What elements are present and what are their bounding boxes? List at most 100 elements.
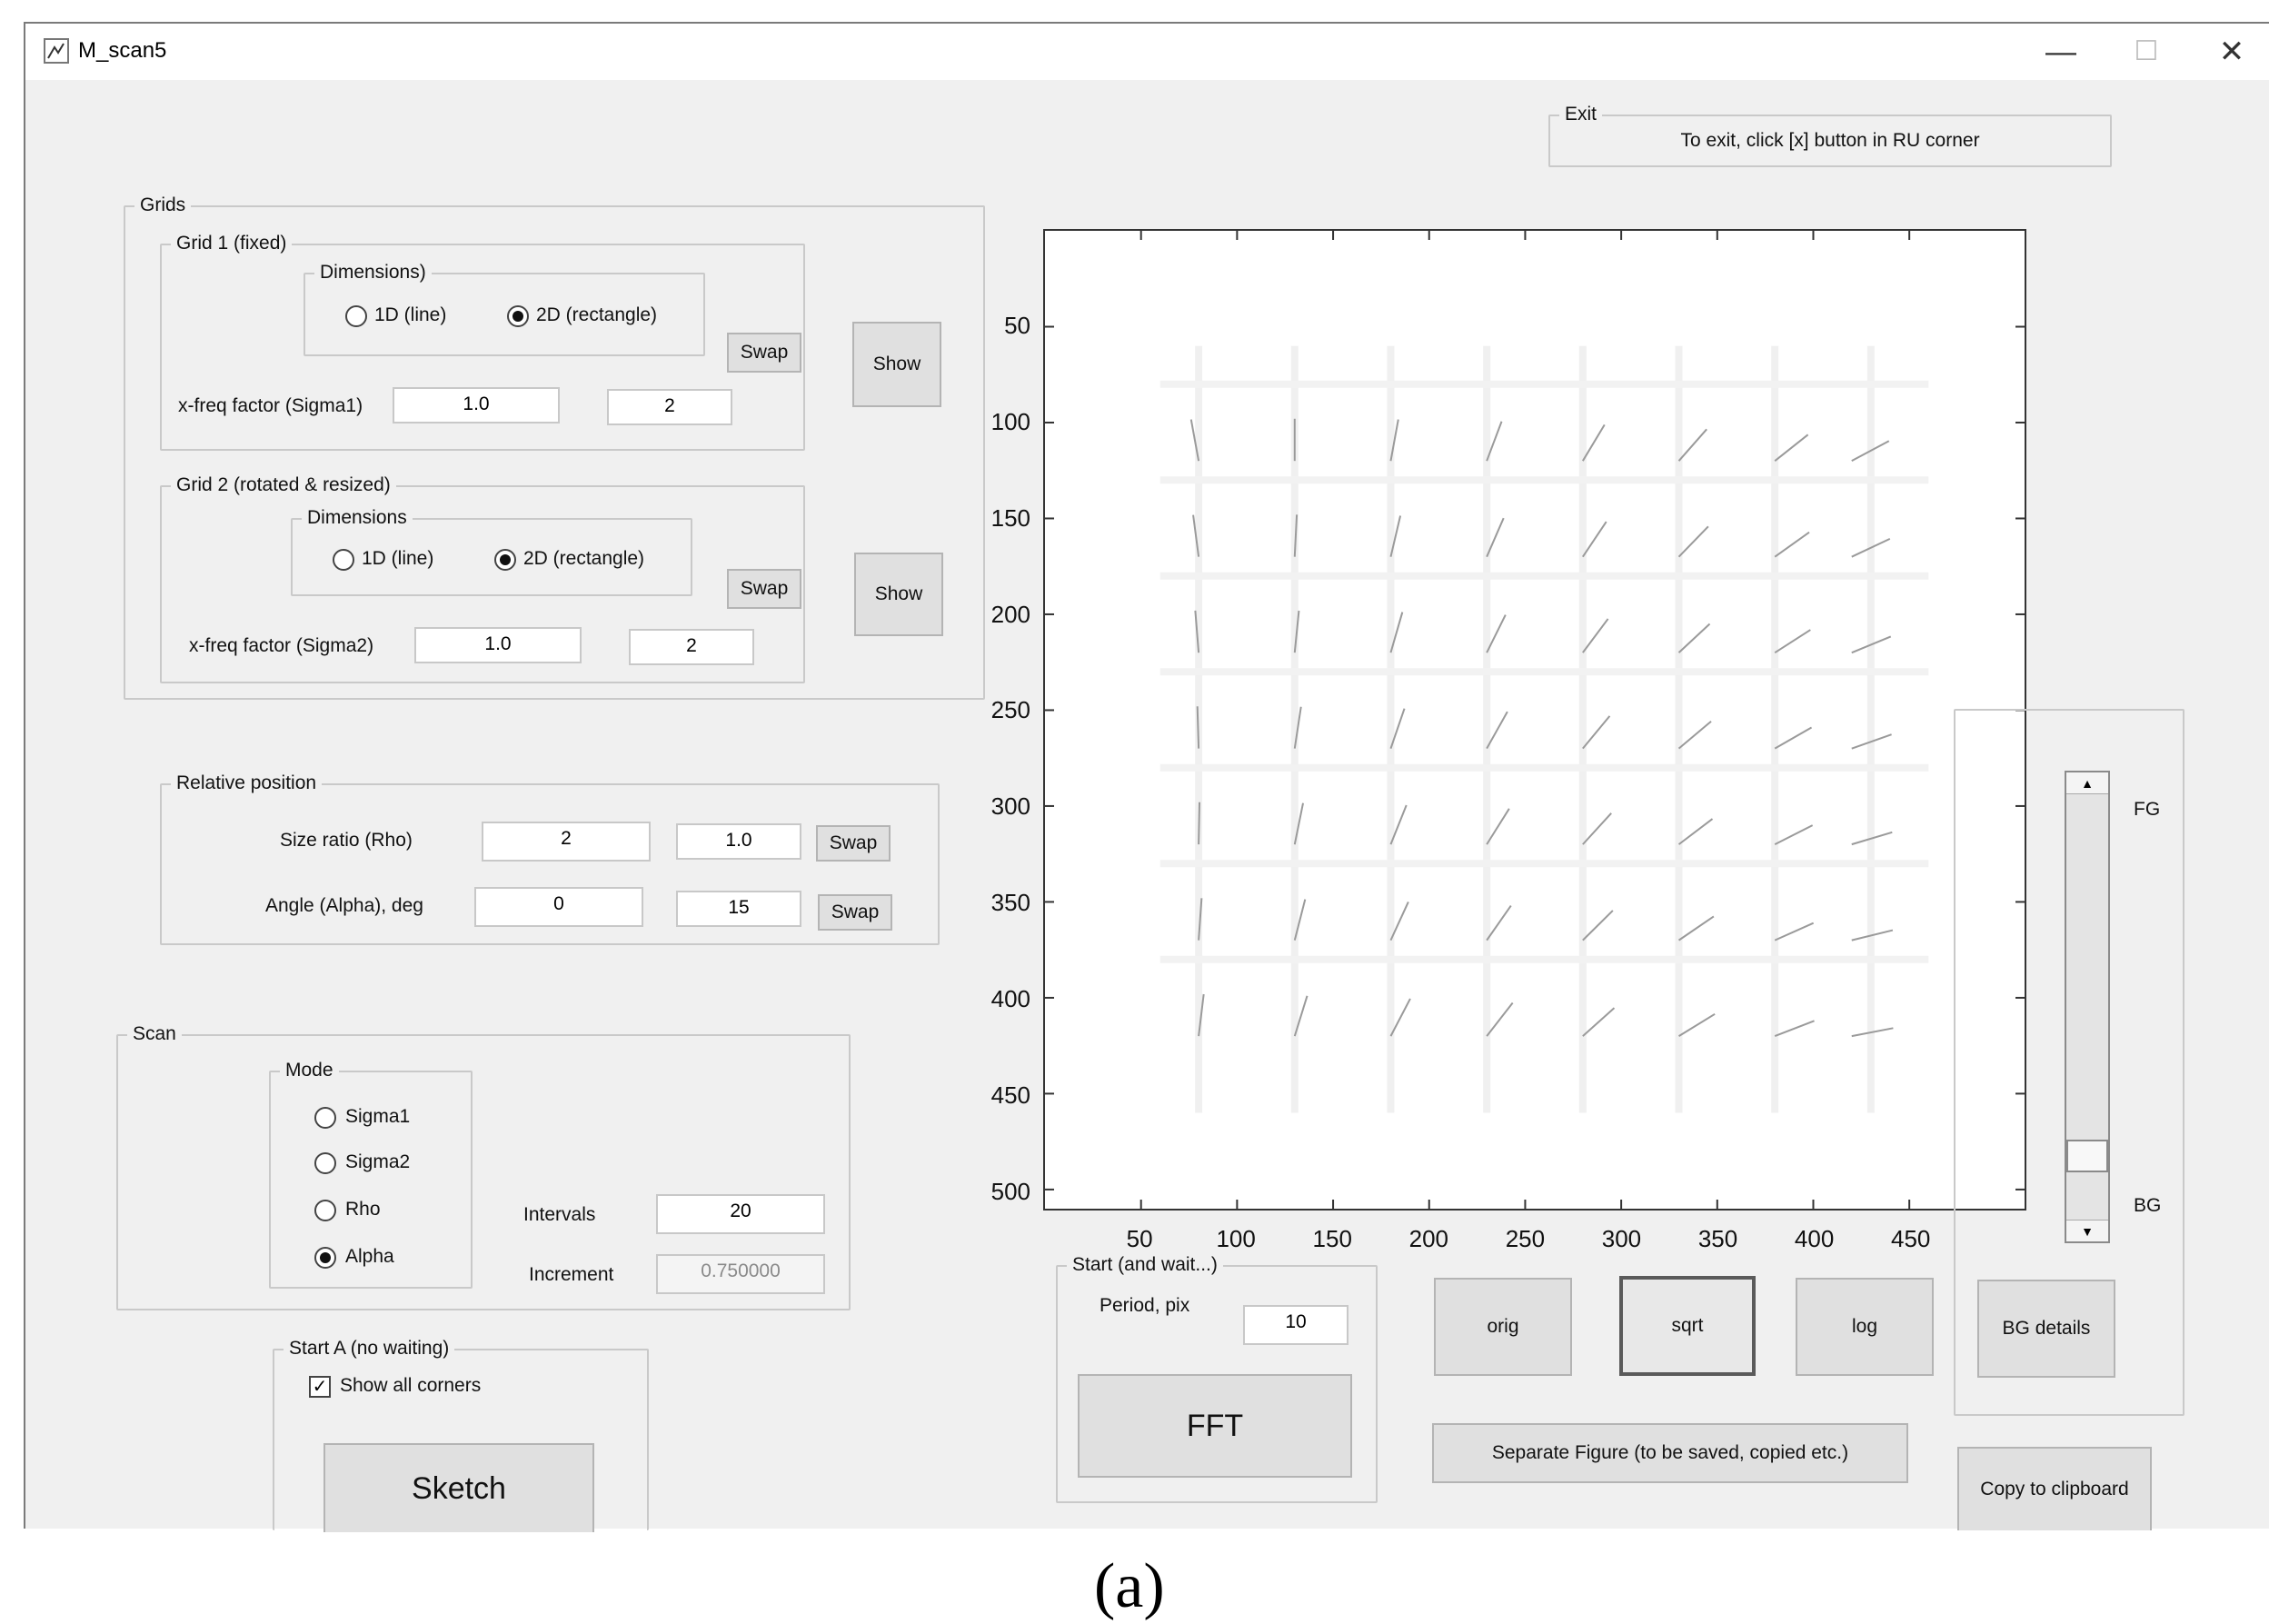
grid2-freq-input2[interactable]: 2 xyxy=(629,629,754,665)
pattern-stroke xyxy=(1774,726,1813,750)
mode-sigma2-label: Sigma2 xyxy=(345,1151,411,1172)
y-tick-label: 100 xyxy=(990,407,1030,435)
x-tick-label: 450 xyxy=(1891,1225,1931,1252)
pattern-stroke xyxy=(1774,922,1815,942)
grid1-show-button[interactable]: Show xyxy=(852,322,941,407)
minimize-button[interactable]: — xyxy=(2025,31,2097,73)
scan-mode-title: Mode xyxy=(280,1059,339,1082)
intervals-label: Intervals xyxy=(523,1204,596,1225)
maximize-button[interactable]: ☐ xyxy=(2110,31,2183,73)
grid2-panel-title: Grid 2 (rotated & resized) xyxy=(171,473,396,497)
grids-panel: Grids Grid 1 (fixed) Dimensions) 1D (lin… xyxy=(124,194,985,700)
orig-button[interactable]: orig xyxy=(1434,1278,1572,1376)
size-ratio-input2[interactable]: 1.0 xyxy=(676,823,801,860)
increment-label: Increment xyxy=(529,1264,614,1285)
window-title: M_scan5 xyxy=(78,38,167,63)
relative-position-panel: Relative position Size ratio (Rho) 2 1.0… xyxy=(160,772,940,945)
relative-position-title: Relative position xyxy=(171,772,323,795)
size-ratio-swap-button[interactable]: Swap xyxy=(816,825,891,862)
x-tick-label: 200 xyxy=(1408,1225,1448,1252)
separate-figure-button[interactable]: Separate Figure (to be saved, copied etc… xyxy=(1432,1423,1908,1483)
title-bar: M_scan5 — ☐ ✕ xyxy=(25,24,2269,80)
scan-panel: Scan Mode Sigma1 Sigma2 Rho Alpha Interv… xyxy=(116,1022,851,1310)
size-ratio-label: Size ratio (Rho) xyxy=(280,830,413,851)
grid2-dimensions-title: Dimensions xyxy=(302,506,413,530)
grid2-freq-input[interactable]: 1.0 xyxy=(414,627,582,663)
mode-rho-radio[interactable] xyxy=(314,1200,336,1221)
start-fft-title: Start (and wait...) xyxy=(1067,1253,1223,1277)
pattern-stroke xyxy=(1774,531,1810,558)
angle-label: Angle (Alpha), deg xyxy=(265,895,423,916)
x-tick-label: 50 xyxy=(1126,1225,1153,1252)
y-tick-label: 200 xyxy=(990,600,1030,628)
x-tick-label: 150 xyxy=(1312,1225,1352,1252)
mode-alpha-radio[interactable] xyxy=(314,1247,336,1269)
exit-panel: Exit To exit, click [x] button in RU cor… xyxy=(1548,103,2112,167)
log-button[interactable]: log xyxy=(1796,1278,1934,1376)
show-corners-label: Show all corners xyxy=(340,1375,482,1396)
sketch-button[interactable]: Sketch xyxy=(323,1443,594,1532)
period-input[interactable]: 10 xyxy=(1243,1305,1348,1345)
mode-sigma1-radio[interactable] xyxy=(314,1107,336,1129)
slider-thumb[interactable] xyxy=(2066,1140,2108,1173)
fft-image-plot xyxy=(1045,231,2025,1209)
sqrt-button[interactable]: sqrt xyxy=(1619,1276,1756,1376)
slider-up-arrow-icon[interactable]: ▲ xyxy=(2066,772,2108,794)
grid2-show-button[interactable]: Show xyxy=(854,553,943,636)
grid2-swap-button[interactable]: Swap xyxy=(727,569,801,609)
mode-alpha-label: Alpha xyxy=(345,1246,394,1267)
x-tick-label: 250 xyxy=(1505,1225,1546,1252)
increment-input: 0.750000 xyxy=(656,1254,825,1294)
grid1-2d-label: 2D (rectangle) xyxy=(536,304,658,325)
close-button[interactable]: ✕ xyxy=(2195,31,2268,73)
fg-label: FG xyxy=(2134,799,2161,820)
grid1-1d-radio[interactable] xyxy=(345,305,367,327)
grid1-freq-input2[interactable]: 2 xyxy=(607,389,732,425)
grid2-freq-label: x-freq factor (Sigma2) xyxy=(189,635,374,656)
bg-details-button[interactable]: BG details xyxy=(1977,1280,2115,1378)
grid2-1d-radio[interactable] xyxy=(333,549,354,571)
grid2-1d-label: 1D (line) xyxy=(362,548,434,569)
pattern-stroke xyxy=(1582,618,1609,653)
slider-down-arrow-icon[interactable]: ▼ xyxy=(2066,1220,2108,1241)
fg-bg-slider[interactable]: ▲ ▼ xyxy=(2065,771,2110,1243)
bg-label: BG xyxy=(2134,1195,2162,1216)
angle-input[interactable]: 0 xyxy=(474,887,643,927)
grid1-swap-button[interactable]: Swap xyxy=(727,333,801,373)
grid1-freq-input[interactable]: 1.0 xyxy=(393,387,560,423)
start-fft-panel: Start (and wait...) Period, pix 10 FFT xyxy=(1056,1253,1378,1503)
pattern-stroke xyxy=(1774,629,1811,653)
angle-swap-button[interactable]: Swap xyxy=(818,894,892,931)
scan-mode-group: Mode Sigma1 Sigma2 Rho Alpha xyxy=(269,1059,473,1289)
grid2-2d-radio[interactable] xyxy=(494,549,516,571)
matlab-figure-icon xyxy=(44,38,69,64)
x-tick-label: 350 xyxy=(1697,1225,1738,1252)
x-tick-labels: 50 100 150 200 250 300 350 400 450 xyxy=(25,24,1931,1252)
mode-rho-label: Rho xyxy=(345,1199,381,1220)
y-tick-label: 500 xyxy=(990,1177,1030,1205)
pattern-stroke xyxy=(1677,525,1709,558)
x-tick-label: 400 xyxy=(1794,1225,1835,1252)
intervals-input[interactable]: 20 xyxy=(656,1194,825,1234)
grids-panel-title: Grids xyxy=(134,194,192,217)
pattern-stroke xyxy=(1774,1020,1815,1038)
grid1-2d-radio[interactable] xyxy=(507,305,529,327)
y-tick-label: 400 xyxy=(990,985,1030,1013)
size-ratio-input[interactable]: 2 xyxy=(482,822,651,862)
pattern-stroke xyxy=(1582,715,1611,750)
pattern-stroke xyxy=(1196,706,1200,749)
grid1-freq-label: x-freq factor (Sigma1) xyxy=(178,395,363,416)
fft-button[interactable]: FFT xyxy=(1078,1374,1352,1478)
grid2-2d-label: 2D (rectangle) xyxy=(523,548,645,569)
mode-sigma1-label: Sigma1 xyxy=(345,1106,411,1127)
pattern-stroke xyxy=(1677,915,1715,942)
copy-to-clipboard-button[interactable]: Copy to clipboard xyxy=(1957,1447,2152,1530)
start-a-title: Start A (no waiting) xyxy=(284,1337,455,1360)
angle-input2[interactable]: 15 xyxy=(676,891,801,927)
show-corners-checkbox[interactable]: ✓ xyxy=(309,1376,331,1398)
image-axes xyxy=(1043,229,2026,1211)
grid1-panel-title: Grid 1 (fixed) xyxy=(171,232,293,255)
mode-sigma2-radio[interactable] xyxy=(314,1152,336,1174)
pattern-stroke xyxy=(1486,1001,1514,1037)
y-tick-label: 350 xyxy=(990,889,1030,917)
